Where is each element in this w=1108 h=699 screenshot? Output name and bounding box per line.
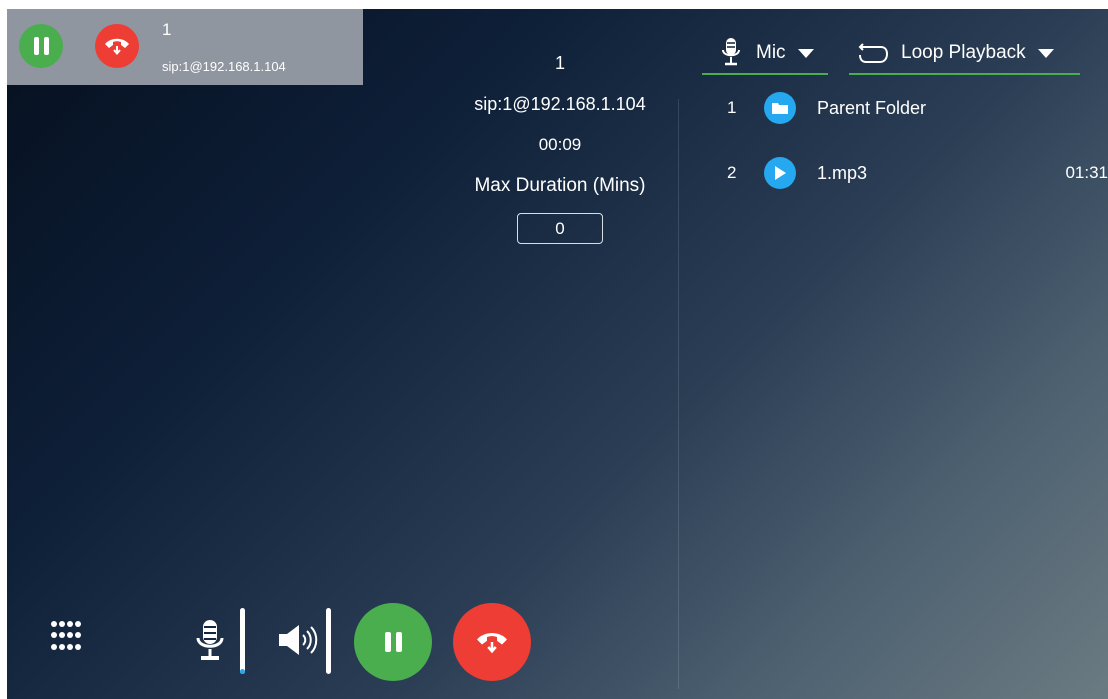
- dialpad-icon[interactable]: [51, 621, 83, 653]
- list-item-name: 1.mp3: [817, 163, 868, 183]
- hold-button[interactable]: [354, 603, 432, 681]
- loop-icon: [858, 43, 889, 63]
- call-screen: 1 sip:1@192.168.1.104 1 sip:1@192.168.1.…: [7, 9, 1108, 699]
- max-duration-input[interactable]: [517, 213, 603, 244]
- call-card-uri: sip:1@192.168.1.104: [162, 59, 286, 74]
- call-card-name: 1: [162, 20, 172, 39]
- mic-volume-level: [240, 669, 245, 674]
- list-item-parent-folder[interactable]: 1 Parent Folder: [702, 88, 1108, 128]
- hangup-icon: [477, 632, 507, 654]
- pause-icon: [33, 37, 49, 55]
- list-item-index: 1: [727, 98, 737, 117]
- end-call-button[interactable]: [453, 603, 531, 681]
- list-item-duration: 01:31: [1065, 163, 1108, 182]
- speaker-volume-slider[interactable]: [326, 608, 331, 674]
- playback-mode-label: Loop Playback: [901, 42, 1026, 63]
- list-item-audio-file[interactable]: 2 1.mp3 01:31: [702, 153, 1108, 193]
- panel-divider: [678, 99, 679, 689]
- max-duration-label: Max Duration (Mins): [474, 175, 646, 196]
- caller-name: 1: [554, 53, 565, 73]
- active-call-card[interactable]: 1 sip:1@192.168.1.104: [7, 9, 363, 85]
- playback-mode-dropdown[interactable]: Loop Playback: [849, 31, 1080, 75]
- play-icon: [764, 157, 796, 189]
- mic-volume-slider[interactable]: [240, 608, 245, 674]
- speaker-icon[interactable]: [277, 621, 325, 659]
- dropdown-underline: [849, 73, 1080, 75]
- caret-down-icon: [797, 48, 814, 58]
- folder-icon: [764, 92, 796, 124]
- caller-uri: sip:1@192.168.1.104: [474, 94, 646, 114]
- end-call-button[interactable]: [95, 24, 139, 68]
- caret-down-icon: [1037, 48, 1054, 58]
- hold-button[interactable]: [19, 24, 63, 68]
- call-timer: 00:09: [538, 135, 582, 154]
- dropdown-underline: [702, 73, 828, 75]
- list-item-name: Parent Folder: [817, 98, 927, 118]
- microphone-icon[interactable]: [195, 618, 225, 664]
- list-item-index: 2: [727, 163, 737, 182]
- audio-source-label: Mic: [756, 42, 786, 63]
- hangup-icon: [105, 38, 129, 56]
- audio-source-dropdown[interactable]: Mic: [702, 31, 828, 75]
- microphone-icon: [722, 38, 740, 66]
- pause-icon: [384, 632, 402, 652]
